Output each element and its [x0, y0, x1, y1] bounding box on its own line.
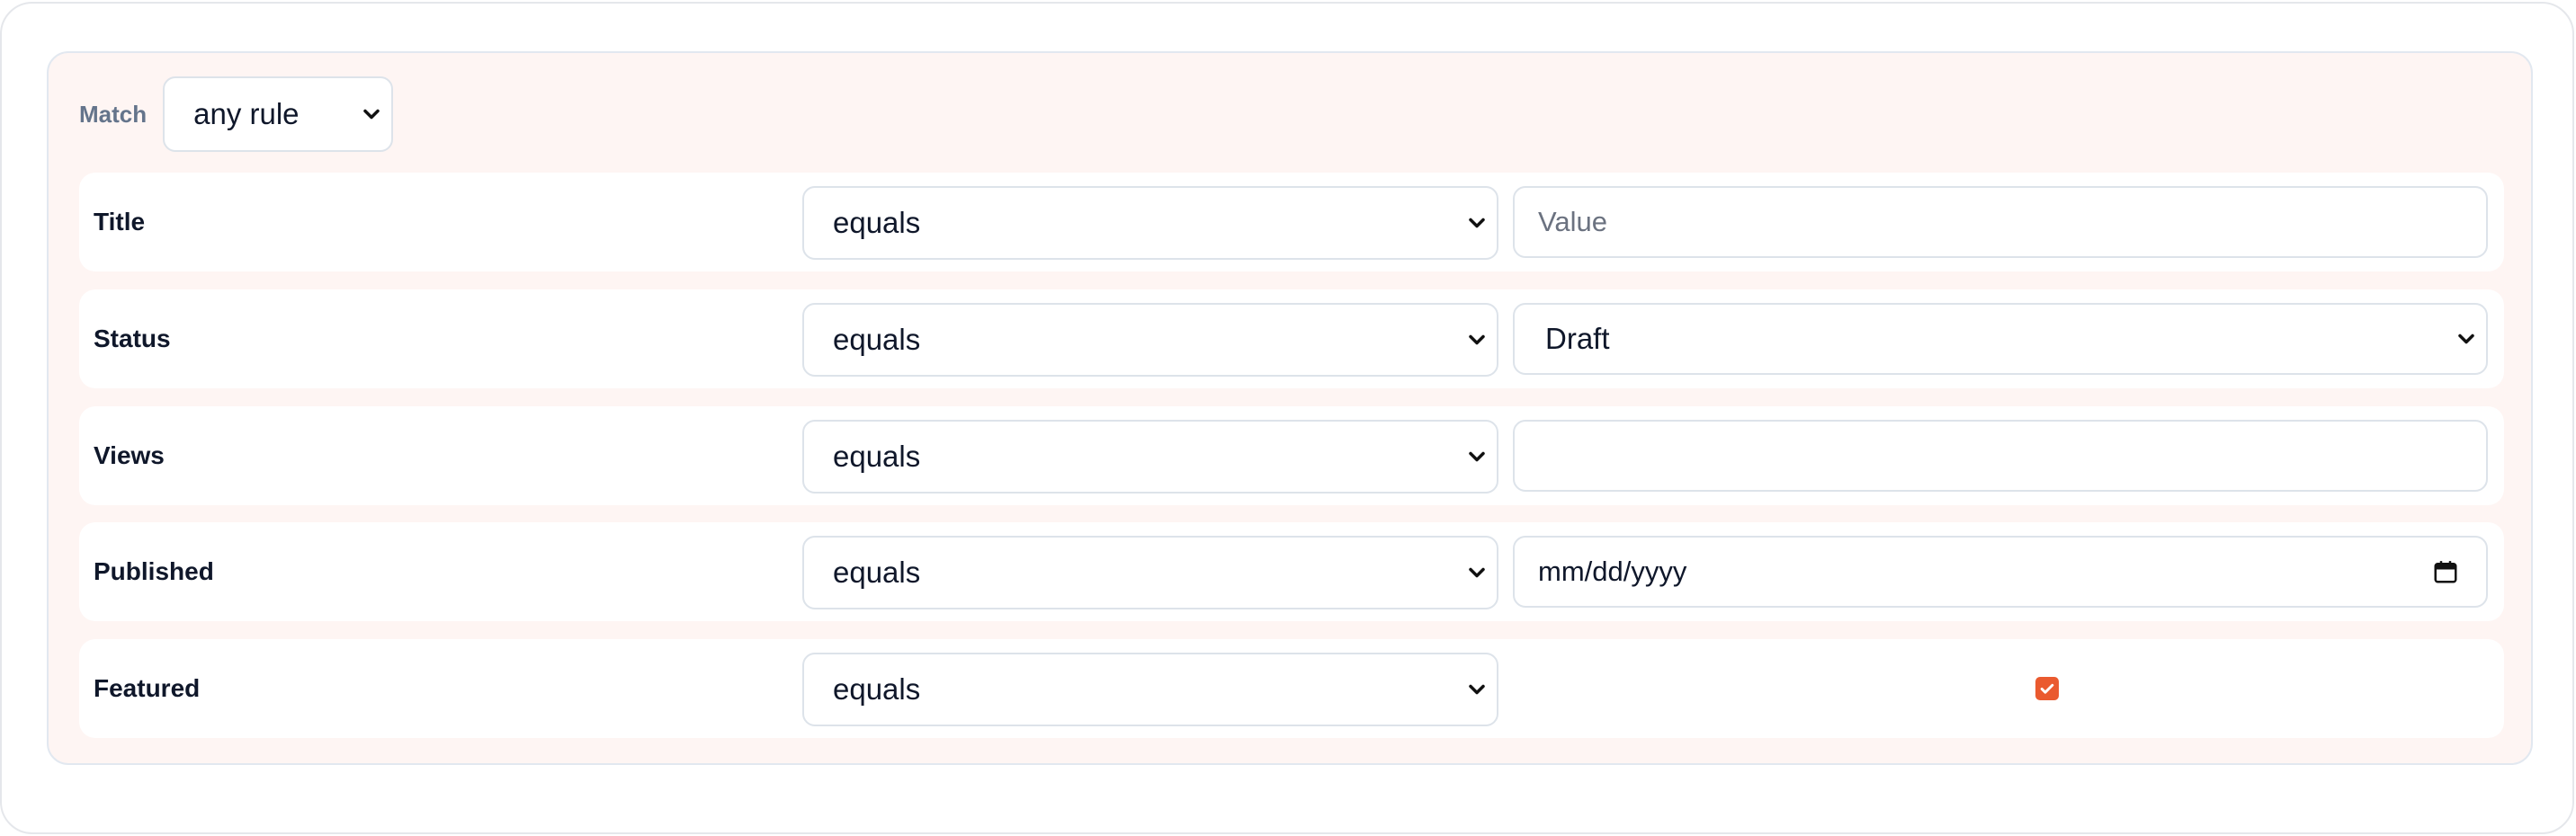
- rule-builder-card: Match any rule Title equals Value Status…: [0, 2, 2574, 834]
- rule-row-status: Status equals Draft: [79, 289, 2504, 388]
- operator-select-value: equals: [833, 440, 921, 473]
- match-select-value: any rule: [193, 97, 300, 130]
- operator-select[interactable]: equals: [802, 536, 1498, 609]
- rule-field-label: Featured: [94, 674, 201, 702]
- operator-select[interactable]: equals: [802, 186, 1498, 260]
- value-select-value: Draft: [1545, 322, 1610, 355]
- chevron-down-icon: [363, 109, 380, 120]
- rule-row-title: Title equals Value: [79, 173, 2504, 271]
- operator-select-value: equals: [833, 556, 921, 589]
- value-date-input[interactable]: mm/dd/yyyy: [1513, 536, 2488, 608]
- operator-select[interactable]: equals: [802, 303, 1498, 377]
- chevron-down-icon: [2458, 334, 2474, 344]
- match-select[interactable]: any rule: [163, 76, 394, 152]
- chevron-down-icon: [1469, 684, 1485, 695]
- match-row: Match any rule: [79, 76, 394, 152]
- operator-select-value: equals: [833, 206, 921, 239]
- check-icon: [2040, 683, 2054, 694]
- rule-group-panel: Match any rule Title equals Value Status…: [47, 51, 2533, 765]
- value-checkbox[interactable]: [2035, 677, 2059, 700]
- chevron-down-icon: [1469, 334, 1485, 345]
- operator-select-value: equals: [833, 323, 921, 356]
- value-placeholder: Value: [1538, 206, 1607, 237]
- rule-field-label: Views: [94, 441, 165, 469]
- chevron-down-icon: [1469, 451, 1485, 462]
- value-date-text: mm/dd/yyyy: [1538, 556, 1687, 587]
- chevron-down-icon: [1469, 218, 1485, 228]
- match-label: Match: [79, 100, 148, 128]
- rule-field-label: Published: [94, 557, 214, 585]
- rule-row-views: Views equals: [79, 406, 2504, 505]
- value-status-select[interactable]: Draft: [1513, 303, 2488, 375]
- operator-select-value: equals: [833, 672, 921, 706]
- rule-field-label: Status: [94, 325, 171, 352]
- rule-row-featured: Featured equals: [79, 639, 2504, 738]
- rule-row-published: Published equals mm/dd/yyyy: [79, 522, 2504, 621]
- chevron-down-icon: [1469, 567, 1485, 578]
- operator-select[interactable]: equals: [802, 420, 1498, 494]
- value-text-input[interactable]: Value: [1513, 186, 2488, 258]
- calendar-icon[interactable]: [2432, 558, 2459, 585]
- rule-field-label: Title: [94, 208, 146, 236]
- operator-select[interactable]: equals: [802, 653, 1498, 726]
- value-number-input[interactable]: [1513, 420, 2488, 492]
